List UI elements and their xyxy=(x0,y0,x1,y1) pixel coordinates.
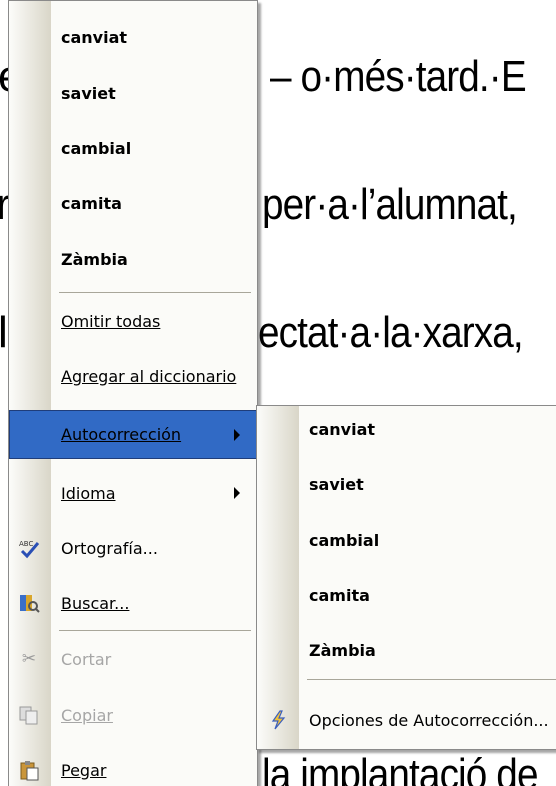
menu-item-buscar[interactable]: Buscar... xyxy=(9,585,257,621)
suggestion-zambia[interactable]: Zàmbia xyxy=(9,241,257,277)
document-text-line3: ectat·a·la·xarxa, xyxy=(258,308,524,357)
document-text-line2: per·a·l’alumnat, xyxy=(262,180,518,229)
suggestion-canviat[interactable]: canviat xyxy=(9,19,257,55)
copy-pages-icon xyxy=(18,704,40,726)
suggestion-saviet[interactable]: saviet xyxy=(9,75,257,111)
autocorrect-options-item[interactable]: Opciones de Autocorrección... xyxy=(257,702,556,738)
submenu-arrow-icon xyxy=(234,428,240,441)
suggestion-cambial[interactable]: cambial xyxy=(9,130,257,166)
lightning-autocorrect-icon xyxy=(267,709,289,731)
document-text-line1: – o·més·tard.·E xyxy=(270,52,527,101)
autocorrect-suggestion-saviet[interactable]: saviet xyxy=(257,466,556,502)
research-books-icon xyxy=(18,592,40,614)
scissors-icon: ✂ xyxy=(21,649,37,669)
submenu-arrow-icon xyxy=(234,487,240,499)
menu-item-cortar[interactable]: ✂ Cortar xyxy=(9,641,257,677)
menu-item-ortografia[interactable]: ABC Ortografía... xyxy=(9,530,257,566)
menu-item-autocorreccion[interactable]: Autocorrección xyxy=(9,410,257,459)
context-menu: canviat saviet cambial camita Zàmbia Omi… xyxy=(8,0,258,786)
document-text-frag-l: l xyxy=(0,308,8,357)
autocorrect-suggestion-canviat[interactable]: canviat xyxy=(257,411,556,447)
autocorrect-suggestion-cambial[interactable]: cambial xyxy=(257,522,556,558)
menu-item-idioma[interactable]: Idioma xyxy=(9,475,257,511)
menu-item-omitir-todas[interactable]: Omitir todas xyxy=(9,303,257,339)
svg-text:ABC: ABC xyxy=(19,540,33,548)
autocorrect-submenu: canviat saviet cambial camita Zàmbia Opc… xyxy=(256,405,556,750)
menu-item-copiar[interactable]: Copiar xyxy=(9,697,257,733)
spelling-abc-check-icon: ABC xyxy=(18,537,40,559)
menu-item-agregar-diccionario[interactable]: Agregar al diccionario xyxy=(9,358,257,394)
autocorrect-suggestion-camita[interactable]: camita xyxy=(257,577,556,613)
menu-separator xyxy=(59,292,251,293)
clipboard-paste-icon xyxy=(18,759,40,781)
document-text-line4: la implantació de xyxy=(262,750,538,786)
autocorrect-suggestion-zambia[interactable]: Zàmbia xyxy=(257,632,556,668)
submenu-separator xyxy=(307,679,556,680)
menu-item-pegar[interactable]: Pegar xyxy=(9,752,257,786)
suggestion-camita[interactable]: camita xyxy=(9,185,257,221)
menu-separator xyxy=(59,630,251,631)
